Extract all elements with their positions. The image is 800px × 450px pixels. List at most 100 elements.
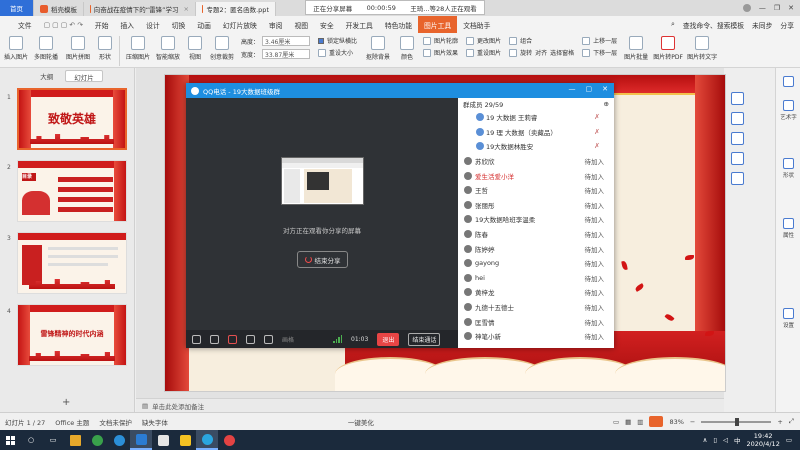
tab-daoke-template[interactable]: 稻壳模板	[34, 2, 84, 16]
windows-start-icon[interactable]	[0, 435, 20, 445]
sidebar-item-settings[interactable]: 设置	[776, 308, 800, 329]
zoom-slider[interactable]	[701, 417, 772, 426]
list-item[interactable]: 张丽彤 待加入	[458, 198, 614, 213]
end-call-button[interactable]: 结束通话	[408, 332, 441, 346]
slide-thumbnail[interactable]: 致敬英雄	[17, 88, 127, 150]
up-layer-button[interactable]: 上移一层	[593, 36, 617, 45]
menu-item-design[interactable]: 设计	[140, 16, 166, 33]
width-input[interactable]: 33.87厘米	[262, 49, 311, 59]
batch-button[interactable]: 图片批量	[621, 36, 651, 61]
notes-pane[interactable]: ▤ 单击此处添加备注	[136, 398, 724, 412]
taskbar-app[interactable]	[174, 430, 196, 450]
taskbar-app[interactable]	[86, 430, 108, 450]
list-item[interactable]: 神笔小新 待加入	[458, 329, 614, 344]
menu-item-animation[interactable]: 动画	[191, 16, 217, 33]
list-item[interactable]: 陈春 待加入	[458, 227, 614, 242]
collage-button[interactable]: 图片拼图	[62, 36, 94, 61]
fit-icon[interactable]: ⤢	[789, 417, 794, 426]
qq-call-window[interactable]: QQ电话 - 19大数据班级群 — ▢ ✕ 对方正在观看你分享的屏幕 结束分享 …	[186, 83, 614, 348]
maximize-icon[interactable]: ❐	[774, 4, 780, 12]
maximize-icon[interactable]: ▢	[586, 85, 593, 93]
creative-crop-button[interactable]: 创意裁剪	[207, 36, 237, 61]
frame-icon[interactable]	[731, 152, 744, 165]
list-item[interactable]: gayong 待加入	[458, 256, 614, 271]
share-button[interactable]: 分享	[780, 20, 794, 30]
microphone-icon[interactable]	[192, 334, 201, 344]
close-icon[interactable]: ×	[184, 5, 189, 13]
to-text-button[interactable]: 图片转文字	[685, 36, 719, 61]
clock[interactable]: 19:42 2020/4/12	[747, 432, 780, 448]
sidebar-item-property[interactable]: 属性	[776, 218, 800, 239]
combine-button[interactable]: 组合	[520, 36, 532, 45]
tab-home[interactable]: 首页	[0, 0, 34, 16]
menu-item-features[interactable]: 特色功能	[379, 16, 418, 33]
slide-thumbnail[interactable]: 雷锋精神的时代内涵	[17, 304, 127, 366]
rotate-button[interactable]: 旋转	[520, 48, 532, 57]
slide-thumbnail[interactable]	[17, 232, 127, 294]
sidebar-item-shape[interactable]: 形状	[776, 158, 800, 179]
taskbar-app[interactable]	[152, 430, 174, 450]
zoom-thumb[interactable]	[735, 417, 740, 426]
quit-button[interactable]: 退出	[377, 332, 400, 346]
smart-scale-button[interactable]: 智能缩放	[153, 36, 183, 61]
end-share-button[interactable]: 结束分享	[297, 251, 348, 268]
list-item[interactable]: 九德十五德士 待加入	[458, 300, 614, 315]
layers-icon[interactable]	[731, 92, 744, 105]
doc-protect-status[interactable]: 文档未保护	[94, 417, 137, 427]
play-icon[interactable]	[649, 416, 664, 427]
missing-font[interactable]: 缺失字体	[137, 417, 173, 427]
add-member-icon[interactable]: ⊕	[604, 100, 609, 108]
beautify-button[interactable]: 一键美化	[343, 417, 379, 427]
zoom-in-icon[interactable]: +	[777, 418, 782, 426]
menu-item-transition[interactable]: 切换	[166, 16, 192, 33]
taskbar-app[interactable]	[108, 430, 130, 450]
list-item[interactable]: 19 大数据 王莉睿 ✗	[458, 110, 614, 125]
chevron-up-icon[interactable]: ∧	[703, 436, 708, 444]
down-layer-button[interactable]: 下移一层	[593, 48, 617, 57]
task-view-icon[interactable]: ▭	[42, 430, 64, 450]
shape-button[interactable]: 形状	[94, 36, 116, 61]
list-item[interactable]: 黄梓龙 待加入	[458, 285, 614, 300]
menu-item-home[interactable]: 开始	[89, 16, 115, 33]
reading-view-icon[interactable]: ▥	[637, 418, 643, 426]
menu-item-doc-assistant[interactable]: 文档助手	[457, 16, 496, 33]
menu-item-view[interactable]: 视图	[288, 16, 314, 33]
effect-button[interactable]: 图片效果	[434, 48, 458, 57]
list-item[interactable]: 陈婷婷 待加入	[458, 241, 614, 256]
sync-status[interactable]: 未同步	[752, 20, 772, 30]
to-pdf-button[interactable]: 图片转PDF	[651, 36, 685, 61]
normal-view-icon[interactable]: ▭	[613, 418, 619, 426]
list-item[interactable]: 19大数据哈班李温柔 待加入	[458, 212, 614, 227]
search-command[interactable]: 查找命令、搜索模板	[683, 20, 744, 30]
reset-picture-button[interactable]: 重设图片	[477, 48, 501, 57]
reset-size-label[interactable]: 重设大小	[329, 48, 353, 57]
close-window-icon[interactable]: ✕	[788, 4, 794, 12]
volume-icon[interactable]: ◁	[723, 436, 728, 444]
taskbar-app[interactable]	[64, 430, 86, 450]
select-pane-button[interactable]: 选择窗格	[550, 48, 574, 57]
close-icon[interactable]: ✕	[602, 85, 608, 93]
screen-share-icon[interactable]	[246, 334, 255, 344]
menu-item-security[interactable]: 安全	[314, 16, 340, 33]
outline-button[interactable]: 图片轮廓	[434, 36, 458, 45]
network-icon[interactable]: ▯	[713, 436, 717, 444]
zoom-icon[interactable]	[731, 132, 744, 145]
minimize-icon[interactable]: —	[569, 85, 576, 93]
align-button[interactable]: 对齐	[535, 48, 547, 57]
menu-quick-tools[interactable]: ▢ ▢ ▢ ↶ ↷	[38, 16, 89, 33]
change-picture-button[interactable]: 更改图片	[477, 36, 501, 45]
text-button[interactable]: 画格	[282, 335, 294, 344]
minimize-icon[interactable]: —	[759, 4, 766, 12]
tab-leifeng-ppt[interactable]: 向奋战在疫情下的“雷锋”学习 ×	[84, 2, 196, 16]
taskbar-app[interactable]	[130, 430, 152, 450]
list-item[interactable]: hei 待加入	[458, 271, 614, 286]
list-item[interactable]: 19大数据林胜安 ✗	[458, 139, 614, 154]
sidebar-item-wordart[interactable]: 艺术字	[776, 100, 800, 121]
menu-file[interactable]: 文件	[0, 16, 38, 33]
picture-icon[interactable]	[731, 172, 744, 185]
insert-picture-button[interactable]: 插入图片	[2, 36, 30, 61]
taskbar-app[interactable]	[196, 430, 218, 450]
ime-icon[interactable]: 中	[734, 435, 741, 445]
reset-size-icon[interactable]	[318, 48, 327, 57]
list-item[interactable]: 爱生活爱小洋 待加入	[458, 168, 614, 183]
